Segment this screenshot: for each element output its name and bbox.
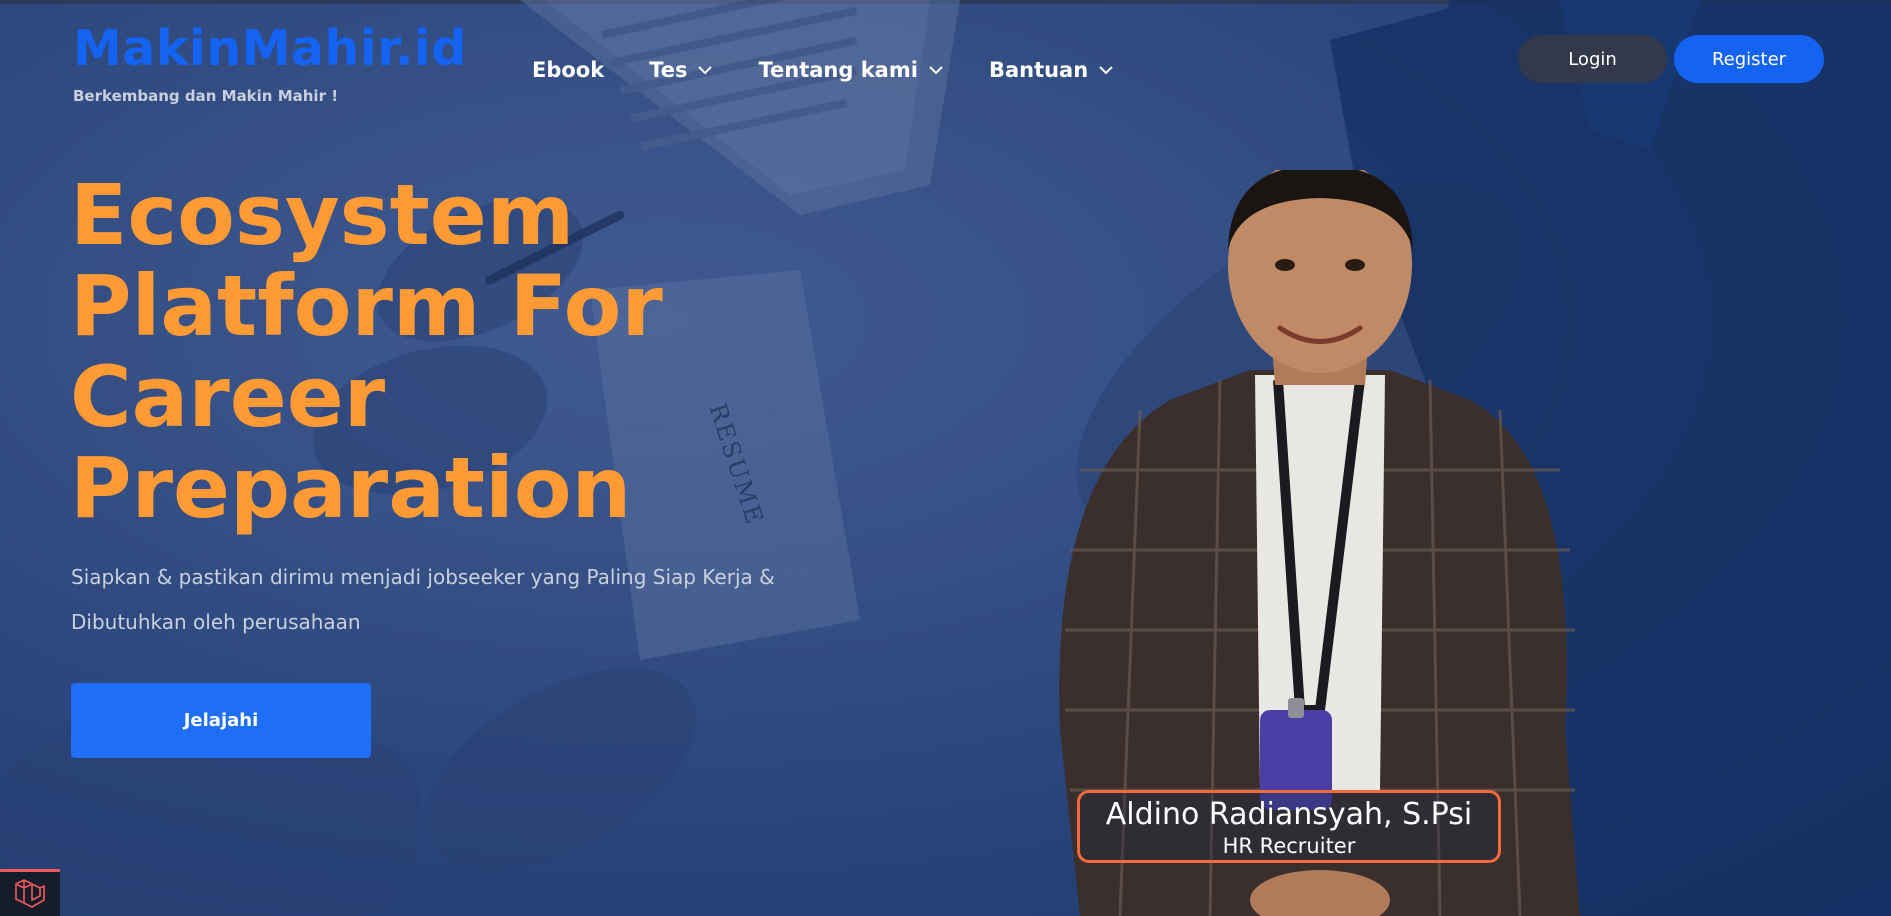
hero-title-line: Platform For [70,257,663,355]
site-logo[interactable]: MakinMahir.id [73,24,467,73]
nav-item-bantuan[interactable]: Bantuan [989,58,1114,82]
nav-item-tentang-kami[interactable]: Tentang kami [758,58,943,82]
hero-title-line: Career [70,348,386,446]
debugbar-toggle[interactable] [0,869,60,916]
laravel-icon [15,879,45,908]
register-button[interactable]: Register [1674,35,1824,83]
nav-item-tes[interactable]: Tes [649,58,713,82]
hero-subtitle: Siapkan & pastikan dirimu menjadi jobsee… [71,565,775,634]
nav-item-label: Tes [649,58,688,82]
hero-title-line: Preparation [70,439,632,537]
hero-title: Ecosystem Platform For Career Preparatio… [70,170,850,534]
landing-page: RESUME MakinMahir.id Berkembang dan Maki… [0,0,1891,916]
explore-button[interactable]: Jelajahi [71,683,371,758]
chevron-down-icon [929,66,943,75]
person-role: HR Recruiter [1222,834,1356,858]
chevron-down-icon [1099,66,1113,75]
nav-item-label: Bantuan [988,58,1089,82]
person-name: Aldino Radiansyah, S.Psi [1105,797,1473,832]
hero-title-line: Ecosystem [70,166,575,264]
nav-item-label: Tentang kami [758,58,918,82]
featured-person-card: Aldino Radiansyah, S.Psi HR Recruiter [1077,790,1501,863]
chevron-down-icon [698,66,713,75]
main-nav: Ebook Tes Tentang kami Bantuan [532,58,1159,82]
site-tagline: Berkembang dan Makin Mahir ! [73,87,339,105]
nav-item-label: Ebook [532,58,605,82]
login-button[interactable]: Login [1518,35,1667,83]
nav-item-ebook[interactable]: Ebook [532,58,604,82]
